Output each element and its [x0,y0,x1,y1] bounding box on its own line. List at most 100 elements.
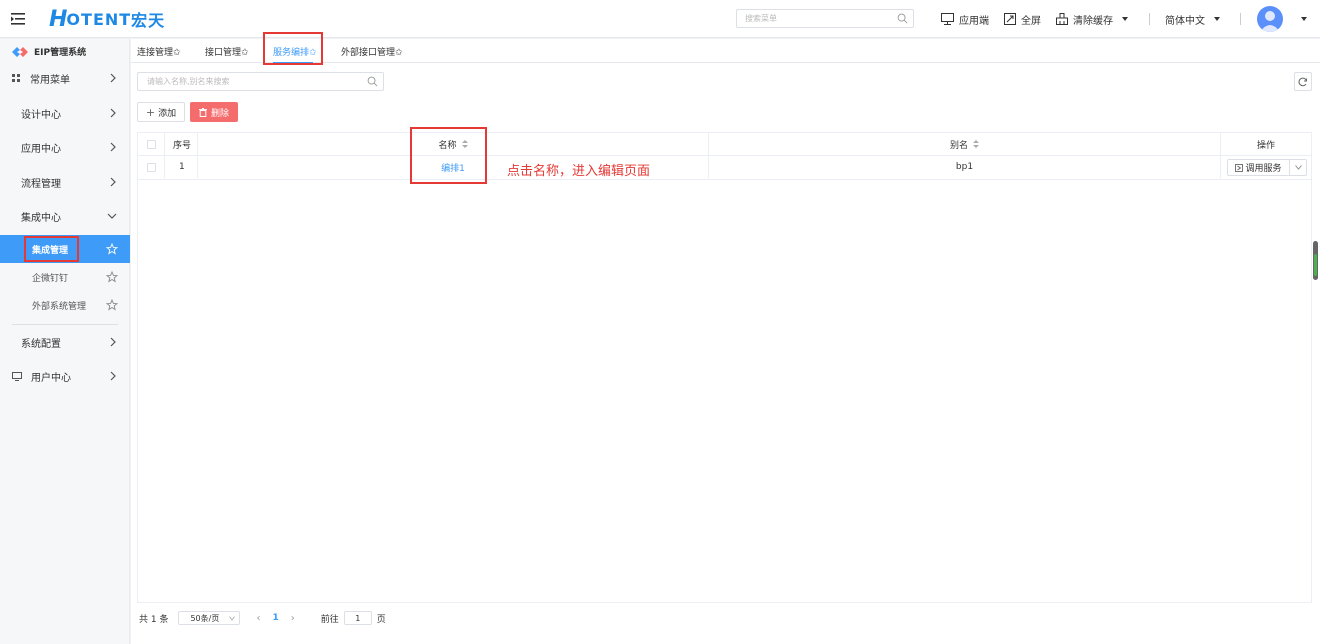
pagination: 共 1 条 50条/页 ‹ 1 › 前往 1 页 [139,611,386,625]
logo-text: OTENT [66,9,132,29]
sidebar-item-integration[interactable]: 集成中心 [0,201,130,231]
chevron-right-icon [110,371,116,381]
row-checkbox-cell [138,156,165,178]
top-header: H OTENT 宏天 应用端 全屏 清除缓存 [0,0,1320,38]
caret-down-icon [1122,17,1128,21]
refresh-icon [1298,77,1307,86]
chevron-down-icon [229,616,236,621]
vertical-scrollbar[interactable] [1313,241,1318,280]
sidebar-item-label: 集成中心 [21,212,61,224]
monitor-icon [12,371,22,381]
row-index: 1 [165,156,198,178]
logo-letter: H [49,6,67,32]
data-table: 序号 名称 别名 操作 1 编排1 bp1 调用服务 [137,132,1312,603]
menu-search [736,9,914,28]
header-ops: 操作 [1256,140,1275,151]
header-divider [1149,13,1150,25]
app-end-label: 应用端 [959,15,989,27]
row-divider [138,179,1311,180]
refresh-button[interactable] [1294,72,1312,91]
tab-external-interface-mgmt[interactable]: 外部接口管理✩ [341,45,403,58]
chevron-right-icon [110,142,116,152]
header-alias[interactable]: 别名 [709,133,1221,155]
star-icon[interactable] [106,299,118,311]
language-select[interactable]: 简体中文 [1165,11,1220,27]
clear-cache-button[interactable]: 清除缓存 [1056,11,1128,27]
diamond-logo-icon [12,46,28,57]
row-checkbox[interactable] [146,162,156,172]
sidebar-item-label: 流程管理 [21,178,61,190]
chevron-right-icon [110,337,116,347]
star-icon[interactable] [106,271,118,283]
sidebar-item-user-center[interactable]: 用户中心 [0,361,130,391]
highlight-box-sidebar [24,236,79,262]
user-avatar[interactable] [1257,6,1283,32]
page-size-select[interactable]: 50条/页 [178,611,241,625]
menu-toggle-icon[interactable] [10,11,26,27]
page-suffix: 页 [376,614,386,625]
sidebar-item-favorites[interactable]: 常用菜单 [0,63,130,93]
monitor-icon [941,13,954,25]
page-size-value: 50条/页 [190,613,220,623]
caret-down-icon [1214,17,1220,21]
highlight-box-tab [263,32,323,65]
sidebar-item-label: 系统配置 [21,338,61,350]
tab-connection-mgmt[interactable]: 连接管理✩ [137,45,181,58]
chevron-right-icon [110,177,116,187]
sidebar-subitem-label: 外部系统管理 [32,301,87,312]
clear-cache-label: 清除缓存 [1073,15,1113,27]
table-search [137,72,384,91]
sidebar-item-design[interactable]: 设计中心 [0,98,130,128]
sidebar-subitem-wecom-dingtalk[interactable]: 企微钉钉 [0,263,130,291]
user-icon [1260,11,1280,32]
scrollbar-thumb[interactable] [1314,254,1317,276]
chevron-down-icon [107,213,117,219]
fullscreen-label: 全屏 [1021,15,1041,27]
sidebar-item-label: 常用菜单 [30,74,70,86]
sidebar: EIP管理系统 常用菜单 设计中心 应用中心 流程管理 集成中心 集成管理 企微… [0,39,130,644]
select-all-checkbox[interactable] [146,139,156,149]
system-title-text: EIP管理系统 [34,48,87,58]
tab-interface-mgmt[interactable]: 接口管理✩ [205,45,249,58]
invoke-service-dropdown[interactable] [1290,165,1306,170]
sidebar-item-workflow[interactable]: 流程管理 [0,167,130,197]
goto-page-input[interactable]: 1 [343,611,372,625]
chevron-right-icon [110,108,116,118]
fullscreen-icon [1004,13,1016,25]
chevron-right-icon [110,73,116,83]
app-end-button[interactable]: 应用端 [941,11,989,27]
invoke-service-split-button: 调用服务 [1227,159,1307,176]
header-alias-label: 别名 [949,140,968,151]
row-alias: bp1 [709,156,1221,178]
invoke-service-button[interactable]: 调用服务 [1228,160,1290,175]
brand-logo[interactable]: H OTENT 宏天 [49,6,165,32]
sidebar-item-system-config[interactable]: 系统配置 [0,327,130,357]
current-page[interactable]: 1 [272,613,278,623]
sidebar-item-apps[interactable]: 应用中心 [0,132,130,162]
menu-search-input[interactable] [737,10,887,27]
fullscreen-button[interactable]: 全屏 [1004,11,1041,27]
next-page-icon[interactable]: › [291,613,295,624]
add-button[interactable]: + 添加 [137,102,185,122]
system-title: EIP管理系统 [0,41,130,62]
sidebar-item-label: 设计中心 [21,109,61,121]
delete-button[interactable]: 删除 [190,102,238,122]
chevron-down-icon [1294,165,1302,170]
invoke-icon [1235,163,1244,172]
sort-icon[interactable] [973,139,979,149]
sidebar-subitem-external-systems[interactable]: 外部系统管理 [0,291,130,319]
search-icon[interactable] [367,76,378,87]
delete-button-label: 删除 [210,108,229,119]
search-icon[interactable] [897,13,908,24]
invoke-service-label: 调用服务 [1245,164,1282,174]
prev-page-icon[interactable]: ‹ [256,613,260,624]
language-label: 简体中文 [1165,15,1205,27]
table-search-input[interactable] [138,73,358,90]
header-checkbox-cell [138,133,165,155]
avatar-caret-icon[interactable] [1301,17,1307,21]
sidebar-subitem-label: 企微钉钉 [32,273,69,284]
add-button-label: 添加 [158,108,177,119]
header-divider [1240,13,1241,25]
logo-text-cn: 宏天 [131,11,166,30]
star-icon[interactable] [106,243,118,255]
